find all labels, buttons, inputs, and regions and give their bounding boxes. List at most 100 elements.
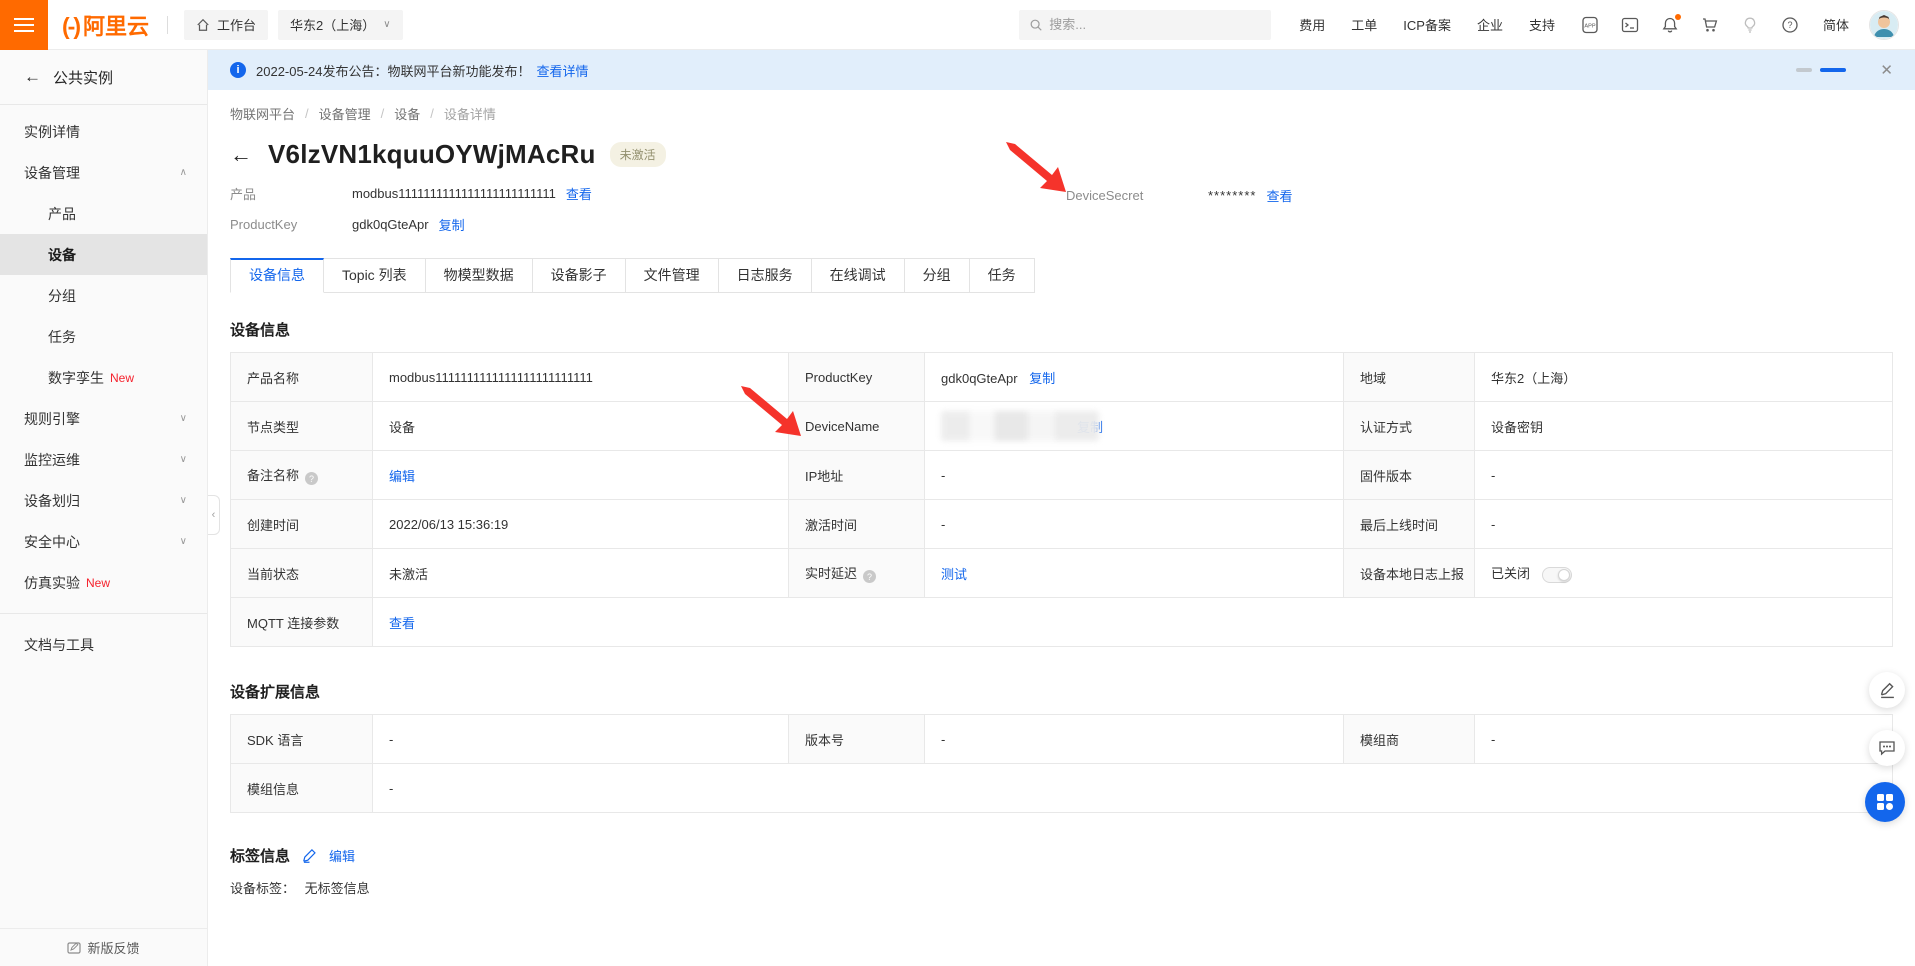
table-row: 创建时间 2022/06/13 15:36:19 激活时间 - 最后上线时间 - [231,500,1893,549]
value-module-vendor: - [1475,715,1893,764]
device-name-title: V6lzVN1kquuOYWjMAcRu [268,139,596,170]
tab-tasks[interactable]: 任务 [970,258,1035,293]
nav-support[interactable]: 支持 [1529,15,1555,34]
tab-online-debug[interactable]: 在线调试 [812,258,905,293]
nav-billing[interactable]: 费用 [1299,15,1325,34]
breadcrumb-devices[interactable]: 设备 [394,104,420,123]
hamburger-menu-icon[interactable] [0,0,48,50]
label-module-vendor: 模组商 [1344,715,1475,764]
chat-support-button[interactable] [1869,730,1905,766]
back-arrow-icon[interactable]: ← [230,142,252,168]
productkey-value: gdk0qGteApr [352,217,429,232]
label-auth-method: 认证方式 [1344,402,1475,451]
label-productkey: ProductKey [789,353,925,402]
help-circle-icon[interactable]: ? [863,570,876,583]
value-region: 华东2（上海） [1475,353,1893,402]
sidebar-collapse-handle[interactable]: ‹ [208,495,220,535]
device-info-table: 产品名称 modbus1111111111111111111111111 Pro… [230,352,1893,647]
label-local-log-report: 设备本地日志上报 [1344,549,1475,598]
divider [0,613,207,614]
tab-topic-list[interactable]: Topic 列表 [324,258,426,293]
sidebar-item-groups[interactable]: 分组 [0,275,207,316]
top-nav: 费用 工单 ICP备案 企业 支持 [1299,15,1555,34]
workbench-button[interactable]: 工作台 [184,10,268,40]
region-selector[interactable]: 华东2（上海） ∨ [278,10,403,40]
back-arrow-icon[interactable]: ← [24,67,41,87]
search-input[interactable] [1049,17,1249,32]
tab-groups[interactable]: 分组 [905,258,970,293]
value-current-status: 未激活 [373,549,789,598]
carousel-indicator[interactable] [1796,68,1812,72]
tab-file-management[interactable]: 文件管理 [626,258,719,293]
cart-icon[interactable] [1701,16,1719,34]
sidebar: ← 公共实例 实例详情 设备管理 ∧ 产品 设备 分组 任务 数字孪生 New … [0,50,208,966]
sidebar-item-device-management[interactable]: 设备管理 ∧ [0,152,207,193]
tab-device-info[interactable]: 设备信息 [230,258,324,293]
help-circle-icon[interactable]: ? [305,472,318,485]
product-view-link[interactable]: 查看 [566,184,592,203]
sidebar-item-instance-detail[interactable]: 实例详情 [0,111,207,152]
value-activate-time: - [925,500,1344,549]
feedback-button[interactable]: 新版反馈 [0,928,207,966]
global-search[interactable] [1019,10,1271,40]
edit-remark-link[interactable]: 编辑 [389,469,415,484]
test-delay-link[interactable]: 测试 [941,567,967,582]
svg-text:APP: APP [1584,23,1595,29]
breadcrumb-device-detail: 设备详情 [444,104,496,123]
sidebar-item-monitoring[interactable]: 监控运维 ∨ [0,439,207,480]
sidebar-item-products[interactable]: 产品 [0,193,207,234]
sidebar-item-security-center[interactable]: 安全中心 ∨ [0,521,207,562]
sidebar-item-device-assignment[interactable]: 设备划归 ∨ [0,480,207,521]
carousel-indicator-active[interactable] [1820,68,1846,72]
productkey-copy-link[interactable]: 复制 [439,215,465,234]
device-secret-view-link[interactable]: 查看 [1266,186,1292,205]
copy-productkey-link[interactable]: 复制 [1029,371,1055,386]
nav-enterprise[interactable]: 企业 [1477,15,1503,34]
product-label: 产品 [230,184,352,203]
info-icon: i [230,62,246,78]
edit-tags-link[interactable]: 编辑 [329,846,355,865]
value-realtime-delay: 测试 [925,549,1344,598]
locale-switch[interactable]: 简体 [1823,15,1849,34]
widget-panel-button[interactable] [1865,782,1905,822]
sidebar-item-rules-engine[interactable]: 规则引擎 ∨ [0,398,207,439]
local-log-toggle[interactable] [1542,567,1572,583]
notification-bell-icon[interactable] [1661,16,1679,34]
feedback-pencil-button[interactable] [1869,672,1905,708]
value-product-name: modbus1111111111111111111111111 [373,353,789,402]
tab-tsl-data[interactable]: 物模型数据 [426,258,533,293]
tags-section-header: 标签信息 编辑 [230,845,1915,866]
lightbulb-icon[interactable] [1741,16,1759,34]
label-last-online-time: 最后上线时间 [1344,500,1475,549]
app-icon[interactable]: APP [1581,16,1599,34]
sidebar-item-devices[interactable]: 设备 [0,234,207,275]
tab-log-service[interactable]: 日志服务 [719,258,812,293]
sidebar-item-tasks[interactable]: 任务 [0,316,207,357]
tab-device-shadow[interactable]: 设备影子 [533,258,626,293]
device-secret-masked: ******** [1208,188,1256,203]
instance-name: 公共实例 [53,67,113,88]
sidebar-item-docs-tools[interactable]: 文档与工具 [0,624,207,665]
view-mqtt-params-link[interactable]: 查看 [389,616,415,631]
nav-tickets[interactable]: 工单 [1351,15,1377,34]
sidebar-item-digital-twin[interactable]: 数字孪生 New [0,357,207,398]
nav-icp[interactable]: ICP备案 [1403,15,1451,34]
edit-pencil-icon[interactable] [302,848,317,863]
close-icon[interactable]: ✕ [1880,61,1893,79]
breadcrumb-iot-platform[interactable]: 物联网平台 [230,104,295,123]
sidebar-item-simulation[interactable]: 仿真实验 New [0,562,207,603]
help-icon[interactable]: ? [1781,16,1799,34]
user-avatar[interactable] [1869,10,1899,40]
breadcrumb-device-management[interactable]: 设备管理 [319,104,371,123]
label-mqtt-params: MQTT 连接参数 [231,598,373,647]
announcement-detail-link[interactable]: 查看详情 [537,61,589,80]
value-version: - [925,715,1344,764]
table-row: 节点类型 设备 DeviceName 复制 认证方式 设备密钥 [231,402,1893,451]
value-ip-address: - [925,451,1344,500]
feedback-label: 新版反馈 [87,938,139,957]
terminal-icon[interactable] [1621,16,1639,34]
aliyun-logo[interactable]: (-) 阿里云 [62,9,149,41]
device-tags-empty: 无标签信息 [305,881,370,896]
divider [167,16,168,34]
detail-tabs: 设备信息 Topic 列表 物模型数据 设备影子 文件管理 日志服务 在线调试 … [230,258,1915,293]
